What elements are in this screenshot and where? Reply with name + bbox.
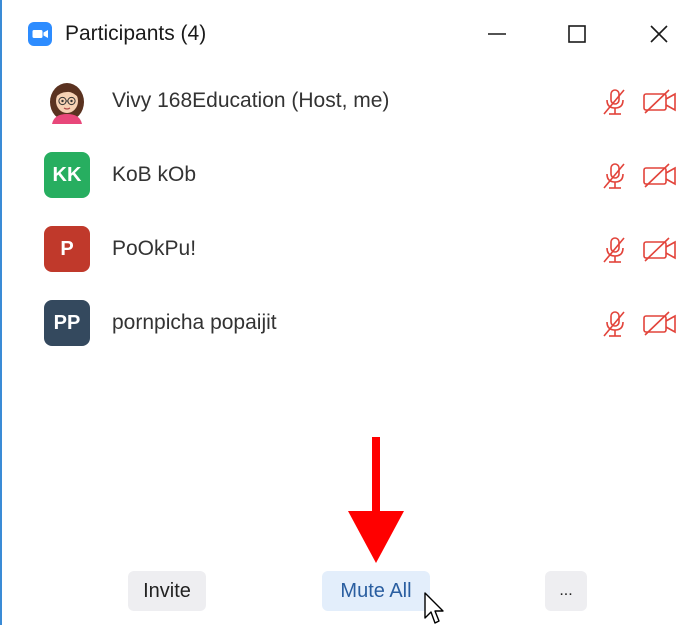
more-button[interactable]: ... [545, 571, 587, 611]
maximize-icon [568, 25, 586, 43]
invite-button[interactable]: Invite [128, 571, 206, 611]
video-off-icon[interactable] [642, 162, 678, 190]
mic-muted-icon[interactable] [600, 309, 630, 339]
title-bar[interactable]: Participants (4) [2, 0, 682, 68]
participants-window: Participants (4) Vivy 168Education (Host… [0, 0, 682, 625]
participant-name: pornpicha popaijit [112, 311, 277, 334]
participant-name: Vivy 168Education (Host, me) [112, 89, 390, 112]
maximize-button[interactable] [555, 14, 599, 54]
avatar: P [44, 226, 90, 272]
close-button[interactable] [637, 14, 681, 54]
mute-all-button[interactable]: Mute All [322, 571, 430, 611]
mouse-cursor-icon [423, 592, 449, 625]
zoom-app-icon [28, 22, 52, 46]
mic-muted-icon[interactable] [600, 87, 630, 117]
close-icon [650, 25, 668, 43]
red-arrow-annotation [344, 435, 408, 565]
minimize-icon [488, 33, 506, 35]
participant-row[interactable]: KK KoB kOb [2, 148, 682, 204]
video-off-icon[interactable] [642, 88, 678, 116]
mic-muted-icon[interactable] [600, 161, 630, 191]
participant-name: KoB kOb [112, 163, 197, 186]
minimize-button[interactable] [475, 14, 519, 54]
participant-name: PoOkPu! [112, 237, 197, 260]
avatar-initials: KK [52, 163, 82, 186]
participant-row[interactable]: P PoOkPu! [2, 222, 682, 278]
avatar-photo [44, 78, 90, 124]
avatar [44, 78, 90, 124]
participant-row[interactable]: Vivy 168Education (Host, me) [2, 74, 682, 130]
video-off-icon[interactable] [642, 310, 678, 338]
avatar: KK [44, 152, 90, 198]
avatar-initials: PP [53, 311, 81, 334]
avatar: PP [44, 300, 90, 346]
video-off-icon[interactable] [642, 236, 678, 264]
avatar-initials: P [60, 237, 74, 260]
window-title: Participants (4) [65, 22, 207, 45]
participant-row[interactable]: PP pornpicha popaijit [2, 296, 682, 352]
mic-muted-icon[interactable] [600, 235, 630, 265]
